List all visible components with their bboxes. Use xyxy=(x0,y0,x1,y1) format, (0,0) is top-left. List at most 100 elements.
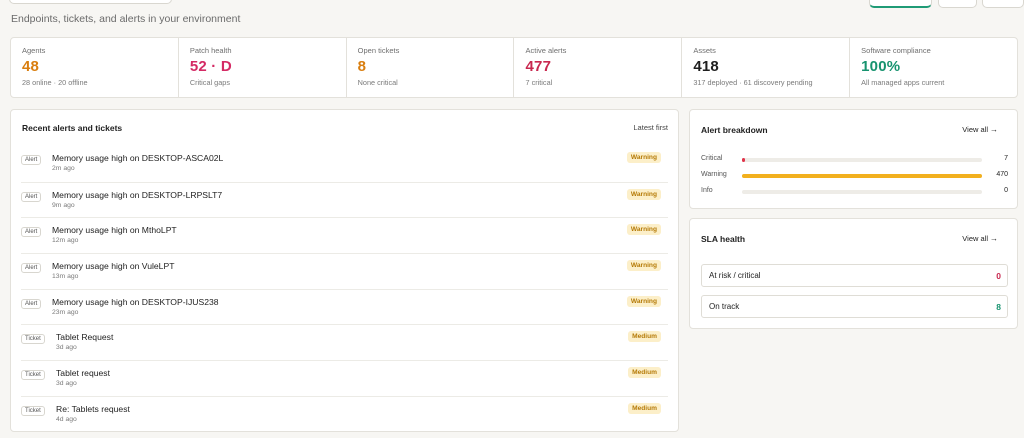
breakdown-track xyxy=(742,158,982,162)
arrow-right-icon: → xyxy=(990,234,998,243)
view-all-link[interactable]: View all → xyxy=(962,234,998,243)
stats-strip: Agents 48 28 online · 20 offline Patch h… xyxy=(10,37,1018,98)
stat-patch-health[interactable]: Patch health 52 · D Critical gaps xyxy=(179,38,347,97)
panel-title: SLA health xyxy=(701,234,746,244)
kind-tag: Alert xyxy=(21,191,42,202)
priority-badge: Medium xyxy=(628,367,661,379)
list-item[interactable]: Alert Memory usage high on DESKTOP-ASCA0… xyxy=(21,146,668,182)
stat-value: 418 xyxy=(693,58,719,75)
stat-label: Agents xyxy=(22,46,46,55)
kind-tag: Ticket xyxy=(21,334,45,345)
list-item[interactable]: Alert Memory usage high on VuleLPT 13m a… xyxy=(21,253,668,289)
severity-badge: Warning xyxy=(626,152,661,163)
breakdown-count: 0 xyxy=(1004,187,1008,194)
list-item[interactable]: Alert Memory usage high on MthoLPT 12m a… xyxy=(21,217,668,253)
item-time: 23m ago xyxy=(52,308,79,316)
stat-agents[interactable]: Agents 48 28 online · 20 offline xyxy=(11,38,179,97)
priority-badge: Medium xyxy=(628,402,661,414)
search-input[interactable] xyxy=(9,0,172,4)
stat-label: Assets xyxy=(693,46,716,55)
breakdown-row-warning: Warning 470 xyxy=(701,171,1008,181)
list-item[interactable]: Ticket Tablet request 3d ago Medium xyxy=(21,360,668,396)
stat-label: Patch health xyxy=(189,46,232,55)
list-item[interactable]: Alert Memory usage high on DESKTOP-IJUS2… xyxy=(21,288,668,325)
kind-tag: Ticket xyxy=(21,405,45,416)
breakdown-row-critical: Critical 7 xyxy=(701,155,1008,165)
breakdown-label: Info xyxy=(701,187,713,194)
sla-on-track-row[interactable]: On track 8 xyxy=(701,295,1008,318)
item-title: Re: Tablets request xyxy=(56,403,130,414)
breakdown-count: 470 xyxy=(996,171,1008,178)
activity-list: Alert Memory usage high on DESKTOP-ASCA0… xyxy=(11,146,678,432)
breakdown-row-info: Info 0 xyxy=(701,187,1008,197)
item-title: Tablet Request xyxy=(56,332,114,343)
severity-badge: Warning xyxy=(626,188,661,200)
stat-open-tickets[interactable]: Open tickets 8 None critical xyxy=(347,38,515,97)
breakdown-track xyxy=(742,190,982,194)
sla-label: At risk / critical xyxy=(709,271,761,280)
item-title: Memory usage high on DESKTOP-LRPSLT7 xyxy=(52,189,223,200)
list-item[interactable]: Alert Memory usage high on DESKTOP-LRPSL… xyxy=(21,181,668,218)
stat-value: 477 xyxy=(525,58,552,75)
panel-title: Alert breakdown xyxy=(701,125,768,135)
stat-label: Software compliance xyxy=(861,46,931,55)
primary-action-button[interactable] xyxy=(869,0,932,8)
sort-label[interactable]: Latest first xyxy=(633,123,668,132)
severity-badge: Warning xyxy=(626,224,661,236)
more-action-button[interactable] xyxy=(982,0,1024,8)
stat-subtext: 317 deployed · 61 discovery pending xyxy=(693,78,813,87)
breakdown-bar xyxy=(742,174,982,178)
sla-at-risk-row[interactable]: At risk / critical 0 xyxy=(701,264,1008,287)
item-title: Tablet request xyxy=(56,368,110,379)
kind-tag: Alert xyxy=(21,298,42,309)
item-title: Memory usage high on VuleLPT xyxy=(52,261,175,272)
breakdown-label: Critical xyxy=(701,155,723,162)
stat-subtext: 7 critical xyxy=(525,78,553,87)
item-time: 3d ago xyxy=(56,380,77,388)
list-item[interactable]: Ticket Tablet Request 3d ago Medium xyxy=(21,324,668,360)
kind-tag: Alert xyxy=(21,263,42,274)
stat-label: Open tickets xyxy=(357,46,400,55)
stat-software-compliance[interactable]: Software compliance 100% All managed app… xyxy=(850,38,1017,97)
view-all-label: View all xyxy=(962,125,988,134)
alert-breakdown-panel: Alert breakdown View all → Critical 7 War… xyxy=(689,109,1018,209)
item-title: Memory usage high on DESKTOP-IJUS238 xyxy=(52,296,219,307)
stat-value: 48 xyxy=(22,58,40,75)
panel-title: Recent alerts and tickets xyxy=(22,123,123,133)
severity-badge: Warning xyxy=(626,295,661,307)
breakdown-track xyxy=(742,174,982,178)
item-title: Memory usage high on DESKTOP-ASCA02L xyxy=(52,153,224,163)
view-all-link[interactable]: View all → xyxy=(962,125,998,134)
breakdown-label: Warning xyxy=(701,171,727,178)
breakdown-bar xyxy=(742,158,745,162)
item-title: Memory usage high on MthoLPT xyxy=(52,225,177,236)
sla-label: On track xyxy=(709,302,740,311)
stat-active-alerts[interactable]: Active alerts 477 7 critical xyxy=(514,38,683,97)
stat-value: 100% xyxy=(861,58,901,75)
arrow-right-icon: → xyxy=(990,125,998,134)
stat-subtext: None critical xyxy=(357,78,398,87)
recent-alerts-panel: Recent alerts and tickets Latest first A… xyxy=(10,109,679,432)
stat-label: Active alerts xyxy=(525,46,567,55)
sla-health-panel: SLA health View all → At risk / critical … xyxy=(689,218,1018,329)
item-time: 13m ago xyxy=(52,273,79,281)
secondary-action-button[interactable] xyxy=(938,0,977,8)
view-all-label: View all xyxy=(962,234,988,243)
kind-tag: Alert xyxy=(21,227,42,238)
item-time: 2m ago xyxy=(52,165,75,172)
severity-badge: Warning xyxy=(626,260,661,272)
breakdown-count: 7 xyxy=(1004,155,1008,162)
item-time: 12m ago xyxy=(52,237,79,245)
kind-tag: Ticket xyxy=(21,370,45,381)
stat-subtext: 28 online · 20 offline xyxy=(22,78,88,87)
sla-value: 8 xyxy=(996,302,1001,312)
sla-value: 0 xyxy=(996,271,1001,281)
stat-subtext: All managed apps current xyxy=(861,78,945,87)
stat-value: 52 · D xyxy=(189,58,232,75)
stat-assets[interactable]: Assets 418 317 deployed · 61 discovery p… xyxy=(682,38,851,97)
stat-subtext: Critical gaps xyxy=(189,78,230,87)
item-time: 3d ago xyxy=(56,344,77,352)
list-item[interactable]: Ticket Re: Tablets request 4d ago Medium xyxy=(21,395,668,432)
priority-badge: Medium xyxy=(628,331,661,343)
top-bar: Endpoints, tickets, and alerts in your e… xyxy=(0,0,1024,28)
